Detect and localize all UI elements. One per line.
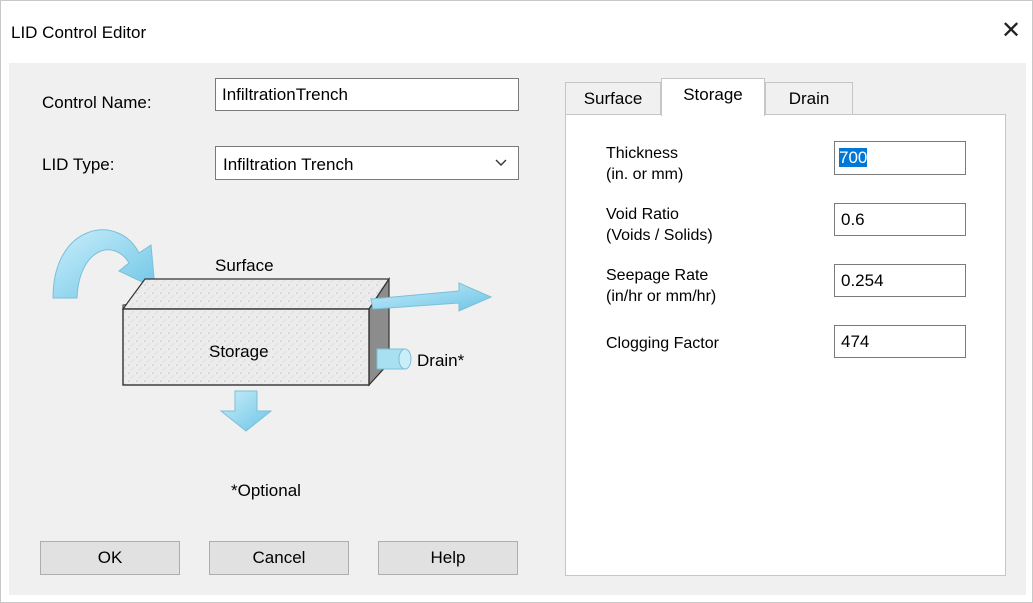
thickness-input-value: 700 bbox=[839, 148, 868, 167]
drain-pipe-icon bbox=[376, 348, 412, 370]
tab-surface[interactable]: Surface bbox=[565, 82, 661, 116]
clogging-factor-input[interactable] bbox=[834, 325, 966, 358]
tab-drain[interactable]: Drain bbox=[765, 82, 853, 116]
window-title: LID Control Editor bbox=[11, 23, 147, 42]
storage-tab-panel: Thickness (in. or mm) 700 Void Ratio (Vo… bbox=[565, 114, 1006, 576]
void-ratio-input[interactable] bbox=[834, 203, 966, 236]
close-icon[interactable]: ✕ bbox=[998, 17, 1024, 45]
control-name-input[interactable] bbox=[215, 78, 519, 111]
void-ratio-label: Void Ratio (Voids / Solids) bbox=[606, 206, 713, 244]
thickness-label: Thickness (in. or mm) bbox=[606, 145, 684, 183]
diagram-storage-label: Storage bbox=[209, 342, 269, 361]
tab-storage[interactable]: Storage bbox=[661, 78, 765, 116]
title-bar[interactable]: LID Control Editor ✕ bbox=[1, 1, 1032, 63]
lid-diagram: Surface Storage Drain* bbox=[52, 229, 493, 432]
ok-button[interactable]: OK bbox=[40, 541, 180, 575]
thickness-input[interactable]: 700 bbox=[834, 141, 966, 175]
clogging-factor-label: Clogging Factor bbox=[606, 335, 719, 352]
seepage-rate-input[interactable] bbox=[834, 264, 966, 297]
storage-box-top-face bbox=[121, 278, 391, 310]
exfiltration-arrow-icon bbox=[219, 390, 273, 432]
seepage-rate-label: Seepage Rate (in/hr or mm/hr) bbox=[606, 267, 717, 305]
lid-control-editor-dialog: LID Control Editor ✕ Control Name: LID T… bbox=[0, 0, 1033, 603]
control-name-label: Control Name: bbox=[42, 93, 152, 112]
cancel-button[interactable]: Cancel bbox=[209, 541, 349, 575]
dialog-client-area: Control Name: LID Type: Infiltration Tre… bbox=[9, 63, 1026, 595]
diagram-drain-label: Drain* bbox=[417, 351, 465, 370]
optional-note: *Optional bbox=[231, 481, 301, 500]
diagram-surface-label: Surface bbox=[215, 256, 274, 275]
help-button[interactable]: Help bbox=[378, 541, 518, 575]
